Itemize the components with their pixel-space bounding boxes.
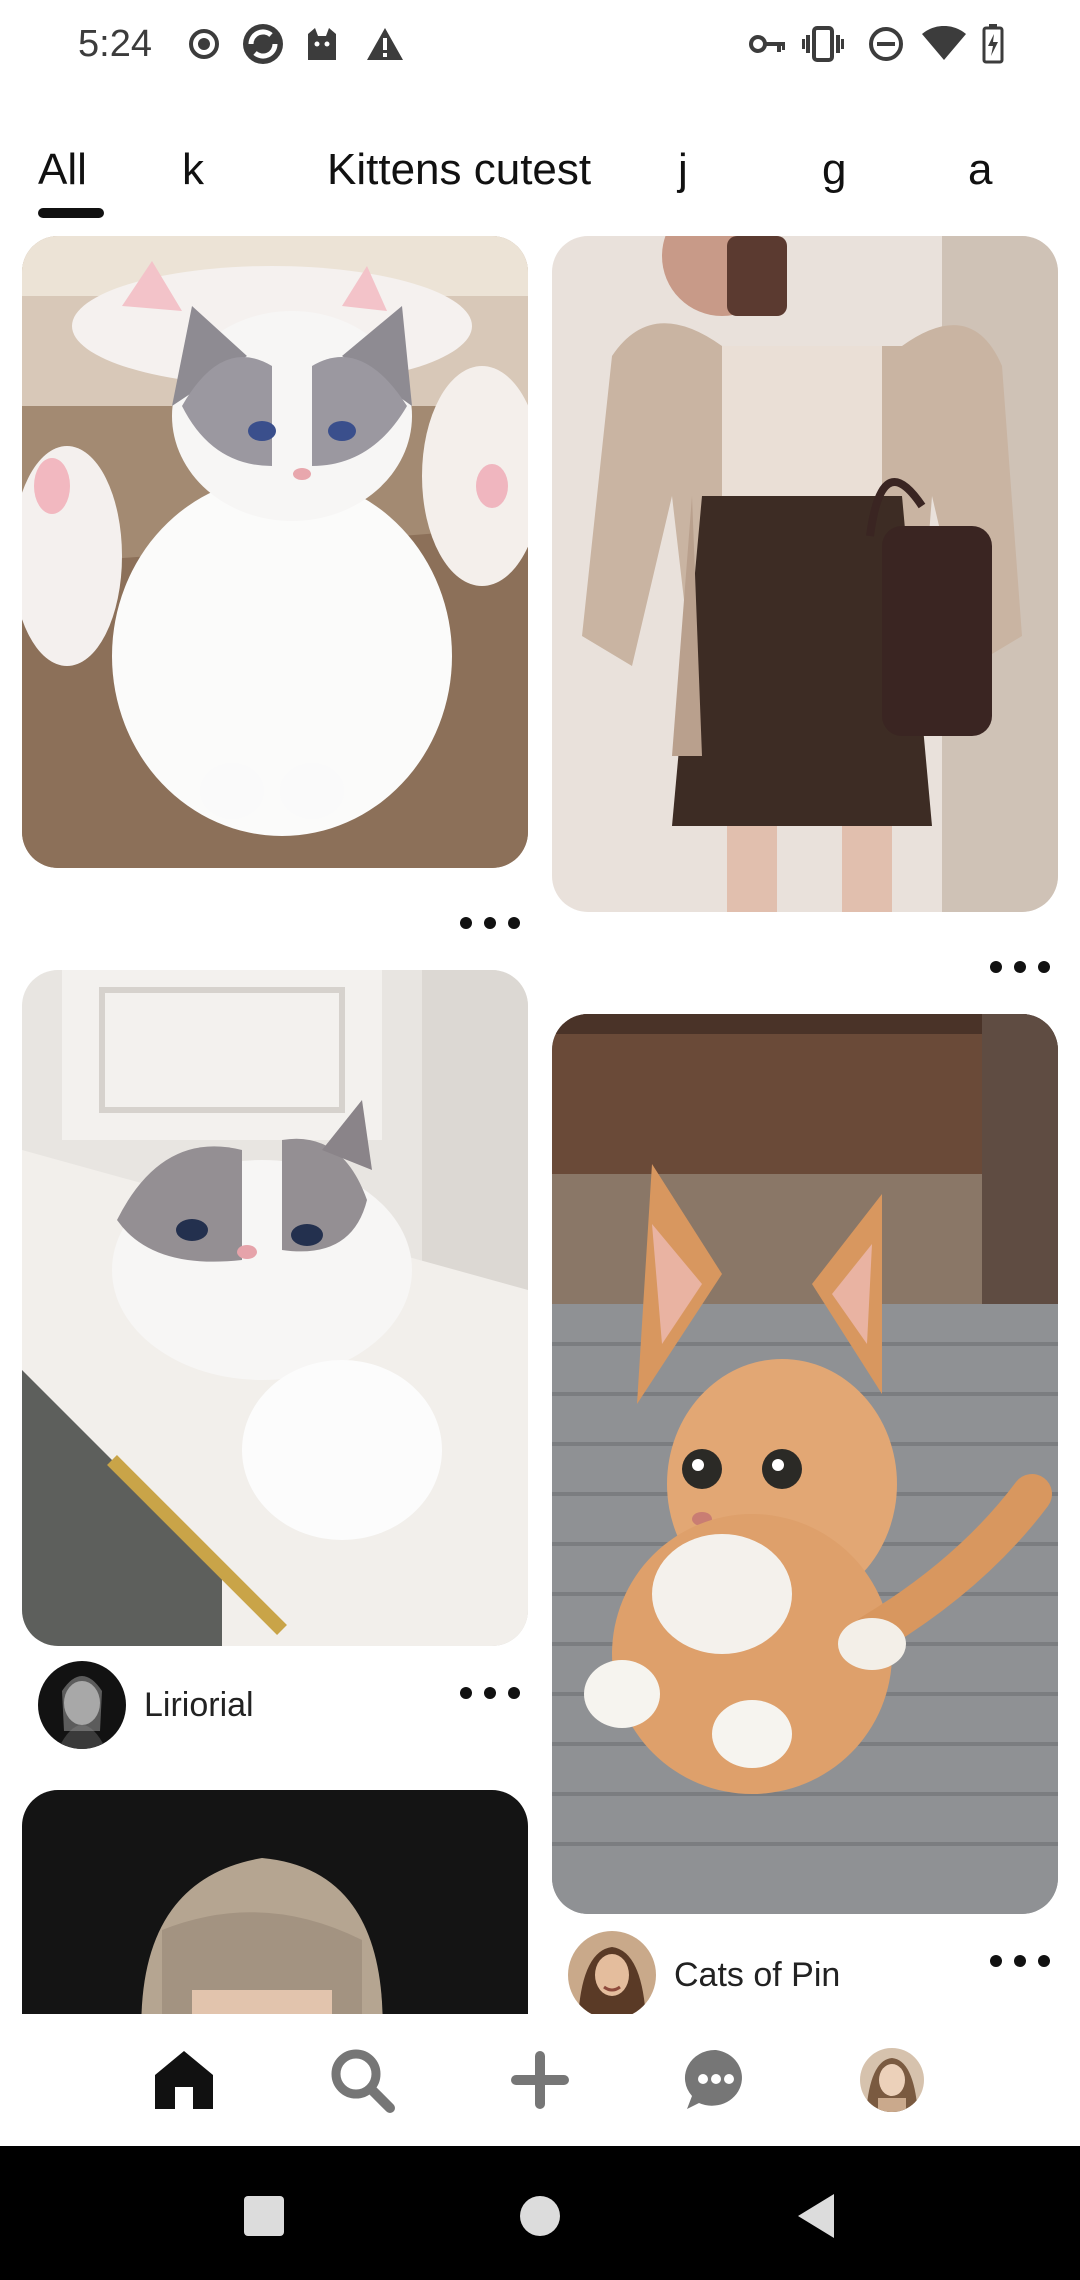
- home-icon: [155, 2051, 213, 2109]
- pin-more-button[interactable]: [990, 1946, 1050, 1976]
- pin-feed[interactable]: Liriorial Cats of Pin: [0, 230, 1080, 2014]
- author-avatar: [38, 1661, 126, 1749]
- vibrate-icon: [802, 22, 844, 66]
- board-tabs: All k Kittens cutest j g a: [0, 130, 1080, 220]
- recents-icon: [244, 2196, 284, 2236]
- home-circle-icon: [520, 2196, 560, 2236]
- cat-app-icon: [302, 22, 342, 66]
- status-bar: 5:24: [0, 0, 1080, 90]
- pin-image-ragdoll-slippers[interactable]: [22, 236, 528, 868]
- back-button[interactable]: [776, 2176, 856, 2256]
- pin-image-ragdoll-drawer[interactable]: [22, 970, 528, 1646]
- nav-search[interactable]: [322, 2040, 402, 2120]
- back-triangle-icon: [798, 2194, 834, 2238]
- pin-more-button[interactable]: [990, 952, 1050, 982]
- nav-home[interactable]: [144, 2040, 224, 2120]
- pin-image-orange-kitten[interactable]: [552, 1014, 1058, 1914]
- pin-author[interactable]: Liriorial: [38, 1660, 254, 1750]
- pin-author[interactable]: Cats of Pin: [568, 1930, 840, 2014]
- tab-a[interactable]: a: [968, 130, 992, 210]
- tab-all[interactable]: All: [38, 130, 87, 210]
- author-name: Liriorial: [144, 1685, 254, 1724]
- pin-image-outfit[interactable]: [552, 236, 1058, 912]
- bottom-navigation: [0, 2014, 1080, 2146]
- recents-button[interactable]: [224, 2176, 304, 2256]
- tab-k[interactable]: k: [182, 130, 204, 210]
- pin-image-portrait[interactable]: [22, 1790, 528, 2014]
- home-button[interactable]: [500, 2176, 580, 2256]
- tab-kittens-cutest[interactable]: Kittens cutest: [327, 130, 591, 210]
- selected-tab-indicator: [38, 208, 104, 218]
- search-icon: [331, 2049, 395, 2113]
- vpn-key-icon: [748, 22, 788, 66]
- nav-profile[interactable]: [852, 2040, 932, 2120]
- record-icon: [184, 22, 224, 66]
- battery-icon: [978, 22, 1008, 66]
- nav-messages[interactable]: [676, 2040, 756, 2120]
- chat-icon: [684, 2049, 742, 2109]
- nav-create[interactable]: [500, 2040, 580, 2120]
- plus-icon: [511, 2051, 569, 2109]
- system-navigation-bar: [0, 2146, 1080, 2280]
- pin-more-button[interactable]: [460, 1678, 520, 1708]
- status-time: 5:24: [78, 23, 152, 65]
- pin-more-button[interactable]: [460, 908, 520, 938]
- wifi-icon: [920, 22, 968, 66]
- tab-g[interactable]: g: [822, 130, 846, 210]
- author-avatar: [568, 1931, 656, 2014]
- profile-avatar: [860, 2048, 924, 2112]
- warning-icon: [364, 22, 406, 66]
- tab-j[interactable]: j: [678, 130, 688, 210]
- author-name: Cats of Pin: [674, 1955, 841, 1994]
- data-saver-icon: [240, 22, 286, 66]
- do-not-disturb-icon: [866, 22, 906, 66]
